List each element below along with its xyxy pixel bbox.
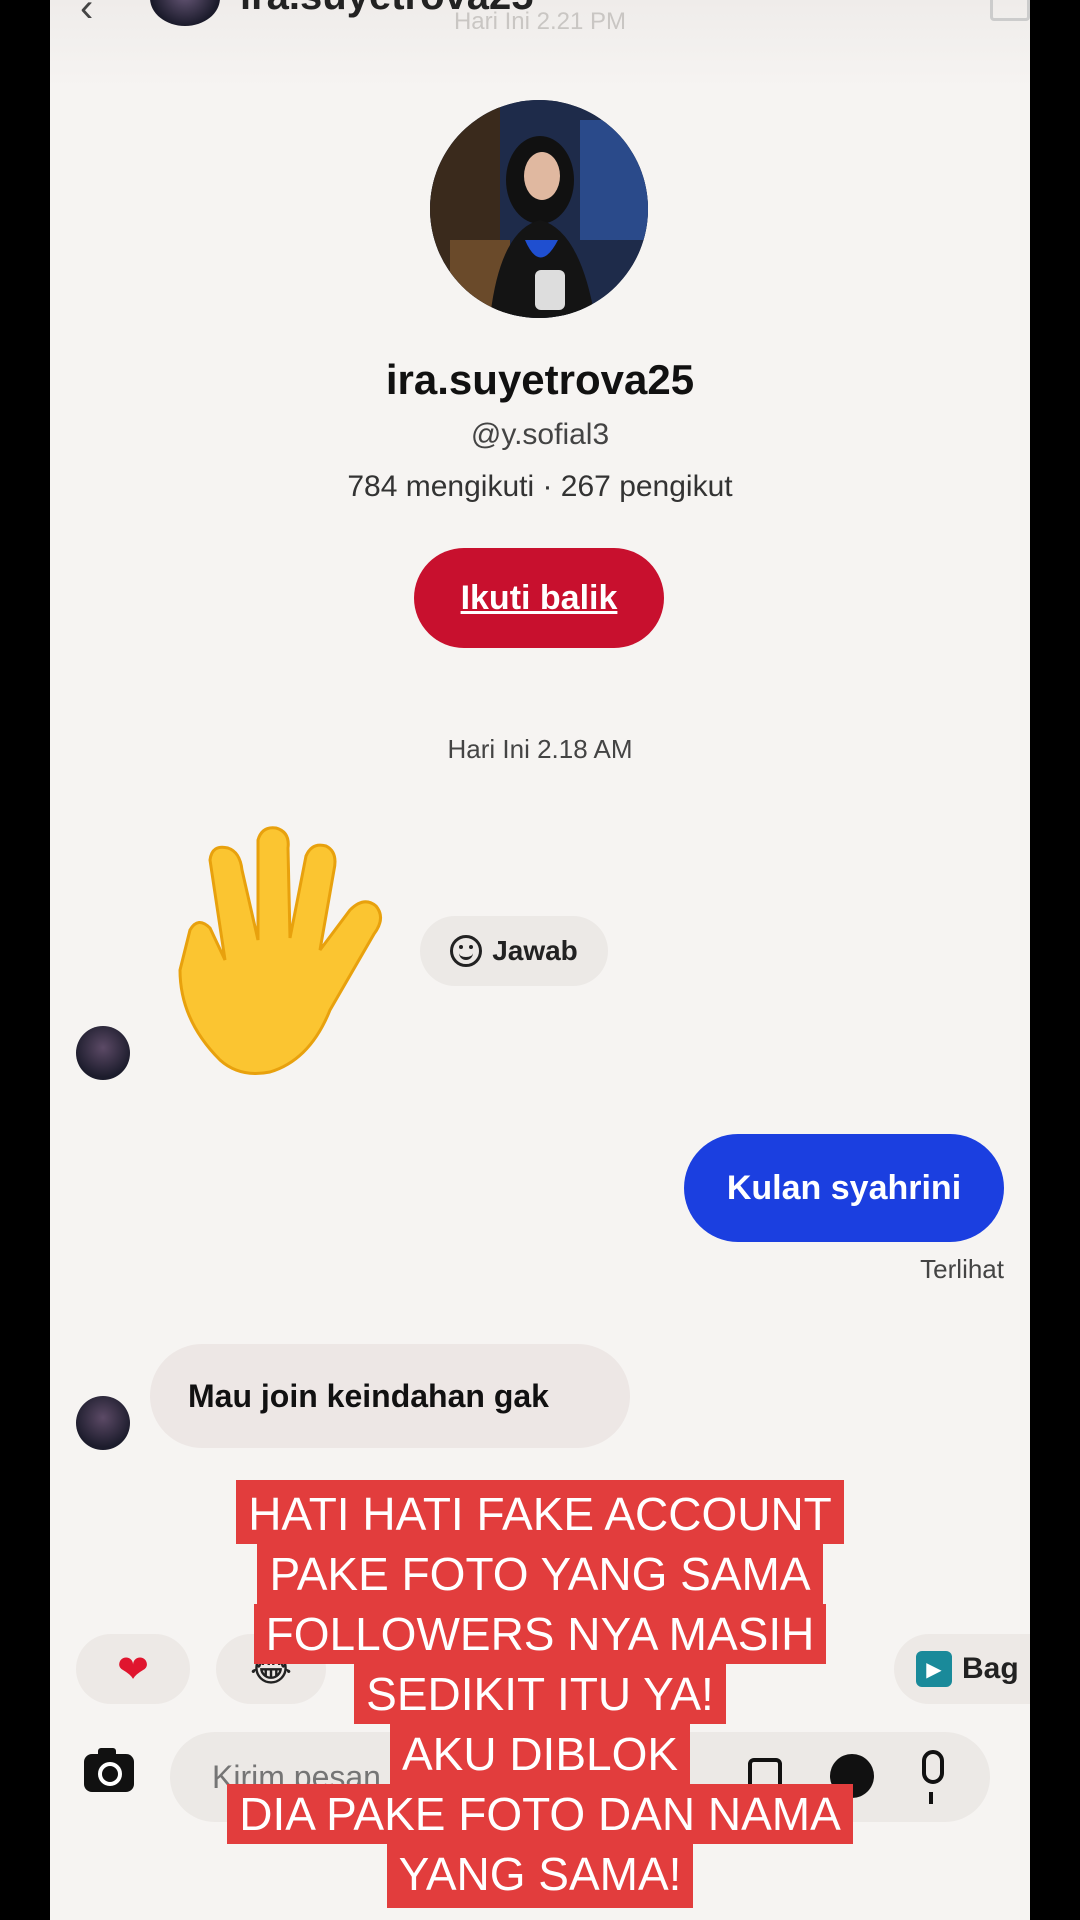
warning-caption-overlay: HATI HATI FAKE ACCOUNT PAKE FOTO YANG SA… — [0, 1480, 1080, 1908]
profile-handle: @y.sofial3 — [470, 418, 610, 451]
waving-hand-emoji — [178, 826, 382, 1075]
profile-photo-image — [430, 100, 648, 318]
wave-reply-label: Jawab — [492, 935, 578, 966]
follow-back-button[interactable]: Ikuti balik — [414, 548, 664, 648]
profile-stats: 784 mengikuti · 267 pengikut — [347, 470, 733, 503]
message-timestamp: Hari Ini 2.18 AM — [447, 734, 633, 764]
flag-icon[interactable] — [990, 0, 1030, 21]
header-timestamp: Hari Ini 2.21 PM — [453, 8, 627, 35]
caption-line: YANG SAMA! — [386, 1844, 694, 1908]
caption-line: SEDIKIT ITU YA! — [354, 1664, 726, 1724]
caption-line: DIA PAKE FOTO DAN NAMA — [227, 1784, 853, 1844]
sender-avatar[interactable] — [76, 1026, 130, 1080]
sent-message-bubble[interactable]: Kulan syahrini — [684, 1134, 1004, 1242]
profile-name: ira.suyetrova25 — [385, 356, 695, 403]
sender-avatar[interactable] — [76, 1396, 130, 1450]
caption-line: FOLLOWERS NYA MASIH — [253, 1604, 827, 1664]
received-message-bubble[interactable]: Mau join keindahan gak — [150, 1344, 630, 1448]
wave-reply-button[interactable]: Jawab — [420, 916, 608, 986]
chat-header: ‹ ira.suyetrova25 Hari Ini 2.21 PM — [50, 0, 1030, 90]
caption-line: PAKE FOTO YANG SAMA — [257, 1544, 823, 1604]
caption-line: AKU DIBLOK — [389, 1724, 691, 1784]
seen-status: Terlihat — [920, 1254, 1004, 1284]
profile-photo[interactable] — [430, 100, 648, 318]
smile-icon — [450, 935, 483, 967]
caption-line: HATI HATI FAKE ACCOUNT — [236, 1480, 844, 1544]
